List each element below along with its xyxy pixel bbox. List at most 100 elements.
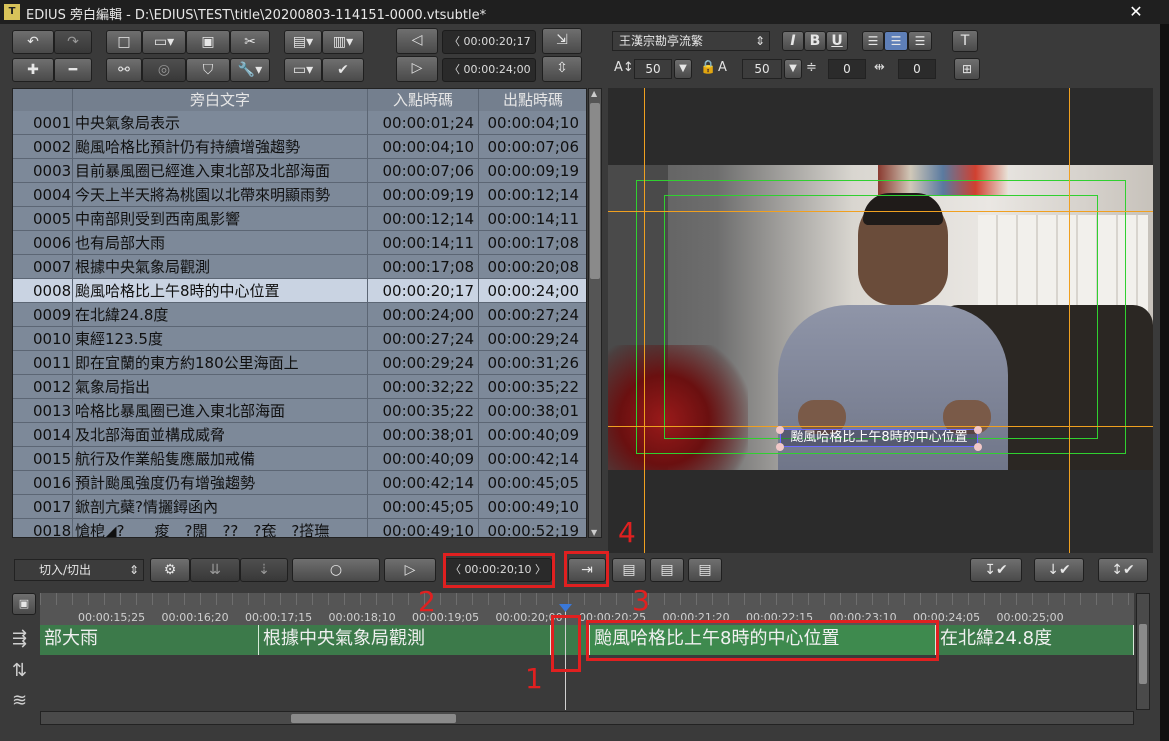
shield-button[interactable]: ⛉ [186,58,230,82]
align-list-left-button[interactable]: ▤ [612,558,646,582]
scroll-up-icon[interactable]: ▲ [591,89,597,98]
prev-marker-button[interactable]: ⇊ [190,558,240,582]
table-row[interactable]: 0017 鍁剖亢蘗?情攦鐞函內 00:00:45;05 00:00:49;10 [13,495,586,519]
table-row[interactable]: 0014 及北部海面並構成威脅 00:00:38;01 00:00:40;09 [13,423,586,447]
table-row[interactable]: 0008 颱風哈格比上午8時的中心位置 00:00:20;17 00:00:24;00 [13,279,586,303]
scroll-thumb[interactable] [590,103,600,279]
resize-handle[interactable] [776,426,784,434]
track-swap-icon[interactable]: ⇅ [12,660,27,681]
timeline-settings-button[interactable]: ▣ [12,593,36,615]
track-split-icon[interactable]: ⇶ [12,628,27,649]
table-row[interactable]: 0009 在北緯24.8度 00:00:24;00 00:00:27;24 [13,303,586,327]
play-button[interactable]: ▷ [384,558,436,582]
edge-size-field[interactable]: 50 [742,59,782,79]
align-center-button[interactable]: ☰ [884,31,908,51]
row-text[interactable]: 氣象局指出 [73,375,368,399]
jump-out-button[interactable]: ⇳ [542,56,582,82]
table-row[interactable]: 0013 哈格比暴風圈已進入東北部海面 00:00:35;22 00:00:38;01 [13,399,586,423]
row-text[interactable]: 東經123.5度 [73,327,368,351]
set-out-button[interactable]: ▷ [396,56,438,82]
font-select[interactable]: 王漢宗勘亭流繁 ⇕ [612,31,770,51]
remove-subtitle-button[interactable]: ━ [54,58,92,82]
layout-button[interactable]: ▭▾ [284,58,322,82]
column-header-out[interactable]: 出點時碼 [479,89,586,111]
transition-select[interactable]: 切入/切出 ⇕ [14,559,144,581]
timeline-vscroll[interactable] [1136,593,1150,710]
set-in-button[interactable]: ◁ [396,28,438,54]
table-row[interactable]: 0005 中南部則受到西南風影響 00:00:12;14 00:00:14;11 [13,207,586,231]
row-text[interactable]: 及北部海面並構成威脅 [73,423,368,447]
table-row[interactable]: 0016 預計颱風強度仍有增強趨勢 00:00:42;14 00:00:45;05 [13,471,586,495]
apply-button[interactable]: ✔ [322,58,364,82]
set-both-button[interactable]: ↕✔ [1098,558,1148,582]
zoom-button[interactable]: ◎ [142,58,186,82]
hscroll-thumb[interactable] [291,714,456,723]
row-text[interactable]: 航行及作業船隻應嚴加戒備 [73,447,368,471]
row-text[interactable]: 哈格比暴風圈已進入東北部海面 [73,399,368,423]
timeline-hscroll[interactable] [40,711,1134,725]
save-button[interactable]: ▣ [186,30,230,54]
row-text[interactable]: 鍁剖亢蘗?情攦鐞函內 [73,495,368,519]
track-layers-icon[interactable]: ≋ [12,690,27,711]
timeline-clip[interactable]: 在北緯24.8度 [936,625,1134,655]
row-text[interactable]: 今天上半天將為桃園以北帶來明顯雨勢 [73,183,368,207]
font-size-field[interactable]: 50 [634,59,672,79]
align-right-button[interactable]: ☰ [908,31,932,51]
table-row[interactable]: 0003 目前暴風圈已經進入東北部及北部海面 00:00:07;06 00:00:09… [13,159,586,183]
table-row[interactable]: 0006 也有局部大雨 00:00:14;11 00:00:17;08 [13,231,586,255]
export-button[interactable]: ▥▾ [322,30,364,54]
resize-handle[interactable] [974,426,982,434]
timeline-clip[interactable]: 部大雨 [40,625,259,655]
resize-handle[interactable] [776,443,784,451]
row-text[interactable]: 根據中央氣象局觀測 [73,255,368,279]
italic-button[interactable]: I [782,31,804,51]
next-marker-button[interactable]: ⇣ [240,558,288,582]
list-scrollbar[interactable]: ▲ ▼ [588,88,602,538]
set-start-button[interactable]: ↧✔ [970,558,1022,582]
text-tool-button[interactable]: T [952,30,978,52]
row-text[interactable]: 愴梎◢? 痠 ?闊 ?? ?奃 ?撘璑 [73,519,368,537]
table-row[interactable]: 0002 颱風哈格比預計仍有持續增強趨勢 00:00:04;10 00:00:07;0… [13,135,586,159]
row-text[interactable]: 中央氣象局表示 [73,111,368,135]
cut-button[interactable]: ✂ [230,30,270,54]
row-text[interactable]: 颱風哈格比上午8時的中心位置 [73,279,368,303]
row-text[interactable]: 颱風哈格比預計仍有持續增強趨勢 [73,135,368,159]
align-list-center-button[interactable]: ▤ [650,558,684,582]
column-header-text[interactable]: 旁白文字 [73,89,368,111]
scroll-down-icon[interactable]: ▼ [591,528,597,537]
import-button[interactable]: ▤▾ [284,30,322,54]
table-row[interactable]: 0001 中央氣象局表示 00:00:01;24 00:00:04;10 [13,111,586,135]
in-timecode[interactable]: 〈 00:00:20;17 [442,30,536,54]
preview-settings-button[interactable]: ⚙ [150,558,190,582]
edge-size-dropdown[interactable]: ▼ [784,59,802,79]
tools-button[interactable]: 🔧▾ [230,58,270,82]
set-end-button[interactable]: ↓✔ [1034,558,1084,582]
find-button[interactable]: ⚯ [106,58,142,82]
open-folder-button[interactable]: ▭▾ [142,30,186,54]
timeline-clip[interactable]: 根據中央氣象局觀測 [259,625,551,655]
close-window-button[interactable]: ✕ [1108,0,1164,24]
new-file-button[interactable]: □ [106,30,142,54]
vscroll-thumb[interactable] [1139,624,1147,684]
align-left-button[interactable]: ☰ [862,31,884,51]
table-row[interactable]: 0015 航行及作業船隻應嚴加戒備 00:00:40;09 00:00:42;14 [13,447,586,471]
align-list-right-button[interactable]: ▤ [688,558,722,582]
jump-in-button[interactable]: ⇲ [542,28,582,54]
out-timecode[interactable]: 〈 00:00:24;00 [442,58,536,82]
table-row[interactable]: 0007 根據中央氣象局觀測 00:00:17;08 00:00:20;08 [13,255,586,279]
row-text[interactable]: 預計颱風強度仍有增強趨勢 [73,471,368,495]
row-text[interactable]: 在北緯24.8度 [73,303,368,327]
video-preview[interactable]: 颱風哈格比上午8時的中心位置 [608,88,1153,553]
underline-button[interactable]: U [826,31,848,51]
undo-button[interactable]: ↶ [12,30,54,54]
table-row[interactable]: 0010 東經123.5度 00:00:27;24 00:00:29;24 [13,327,586,351]
table-row[interactable]: 0004 今天上半天將為桃園以北帶來明顯雨勢 00:00:09;19 00:00:12… [13,183,586,207]
redo-button[interactable]: ↷ [54,30,92,54]
row-text[interactable]: 中南部則受到西南風影響 [73,207,368,231]
row-text[interactable]: 目前暴風圈已經進入東北部及北部海面 [73,159,368,183]
char-spacing-field[interactable]: 0 [898,59,936,79]
table-row[interactable]: 0018 愴梎◢? 痠 ?闊 ?? ?奃 ?撘璑 00:00:49;10 00:00:… [13,519,586,537]
row-text[interactable]: 也有局部大雨 [73,231,368,255]
column-header-in[interactable]: 入點時碼 [368,89,479,111]
add-subtitle-button[interactable]: ✚ [12,58,54,82]
